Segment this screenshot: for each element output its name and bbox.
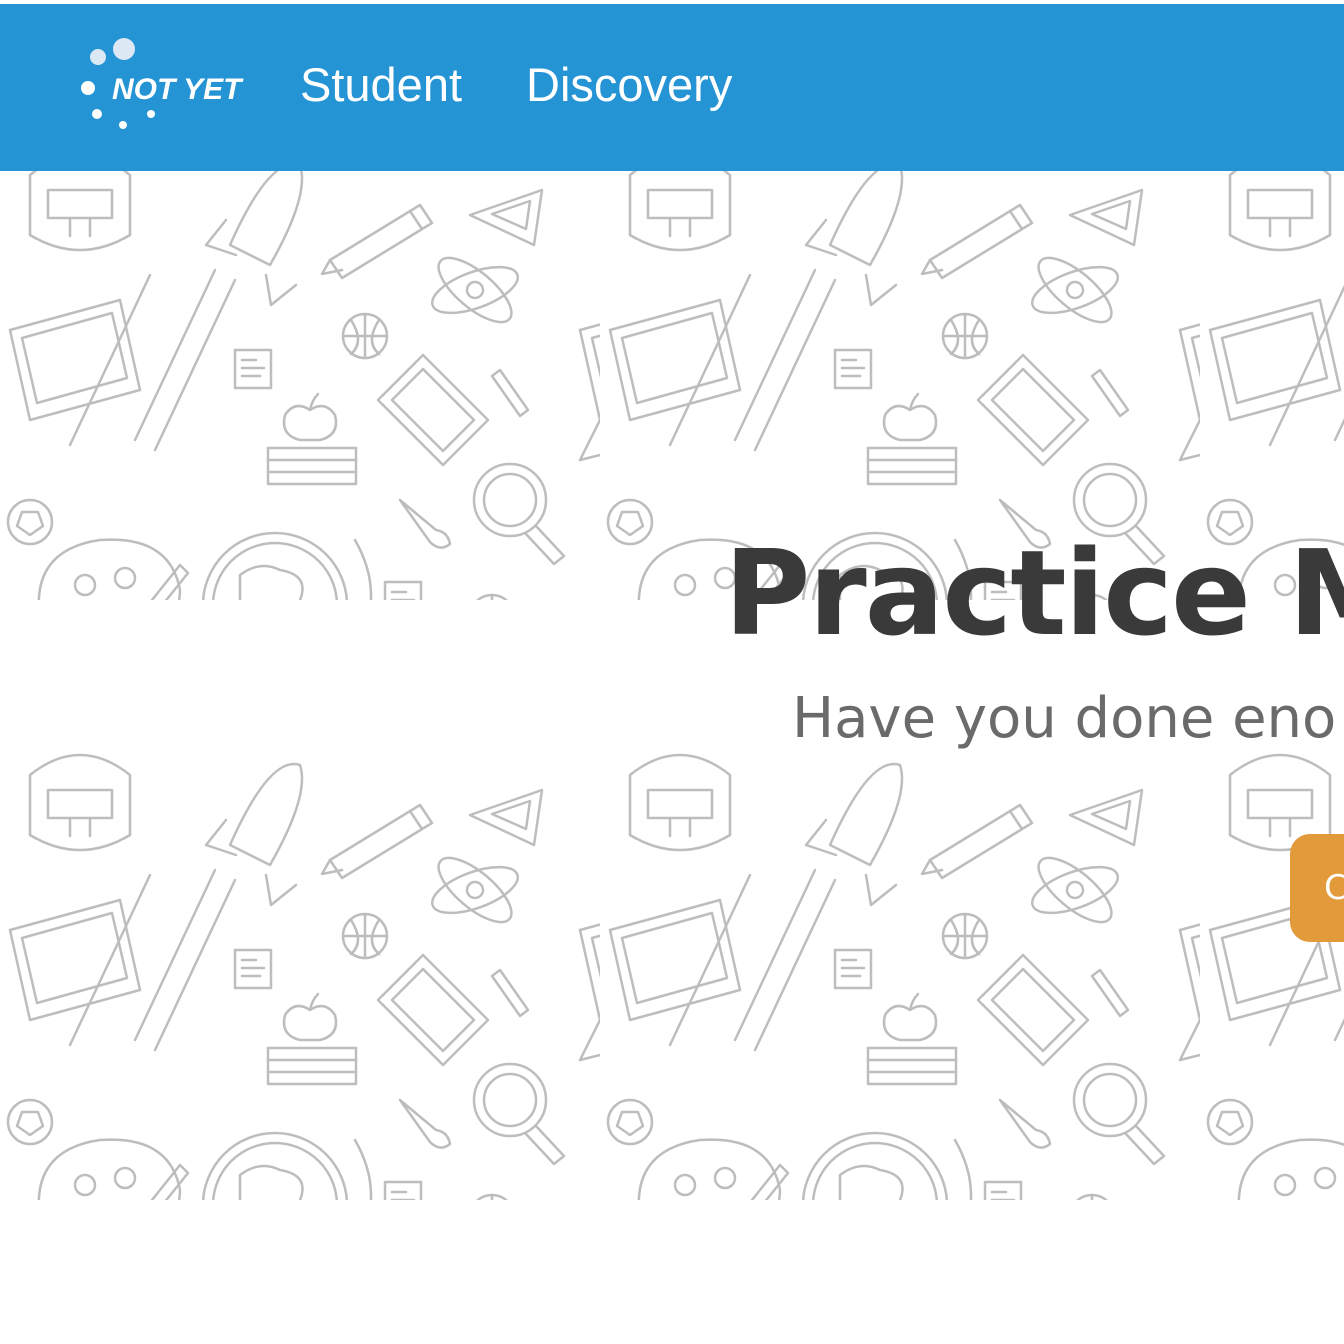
logo-text: NOT YET [112,73,244,106]
nav-discovery[interactable]: Discovery [526,56,732,114]
hero-title: Practice M [724,524,1344,662]
hero: Practice M Have you done eno C [0,171,1344,1334]
nav-student[interactable]: Student [300,56,462,114]
logo[interactable]: NOT YET [78,32,258,132]
cta-button[interactable]: C [1290,834,1344,942]
logo-dots-icon: NOT YET [81,38,244,129]
bottom-edge [0,1334,1344,1344]
background-pattern [0,171,1344,1334]
navbar: NOT YET Student Discovery [0,4,1344,171]
hero-subtitle: Have you done eno [792,686,1337,751]
